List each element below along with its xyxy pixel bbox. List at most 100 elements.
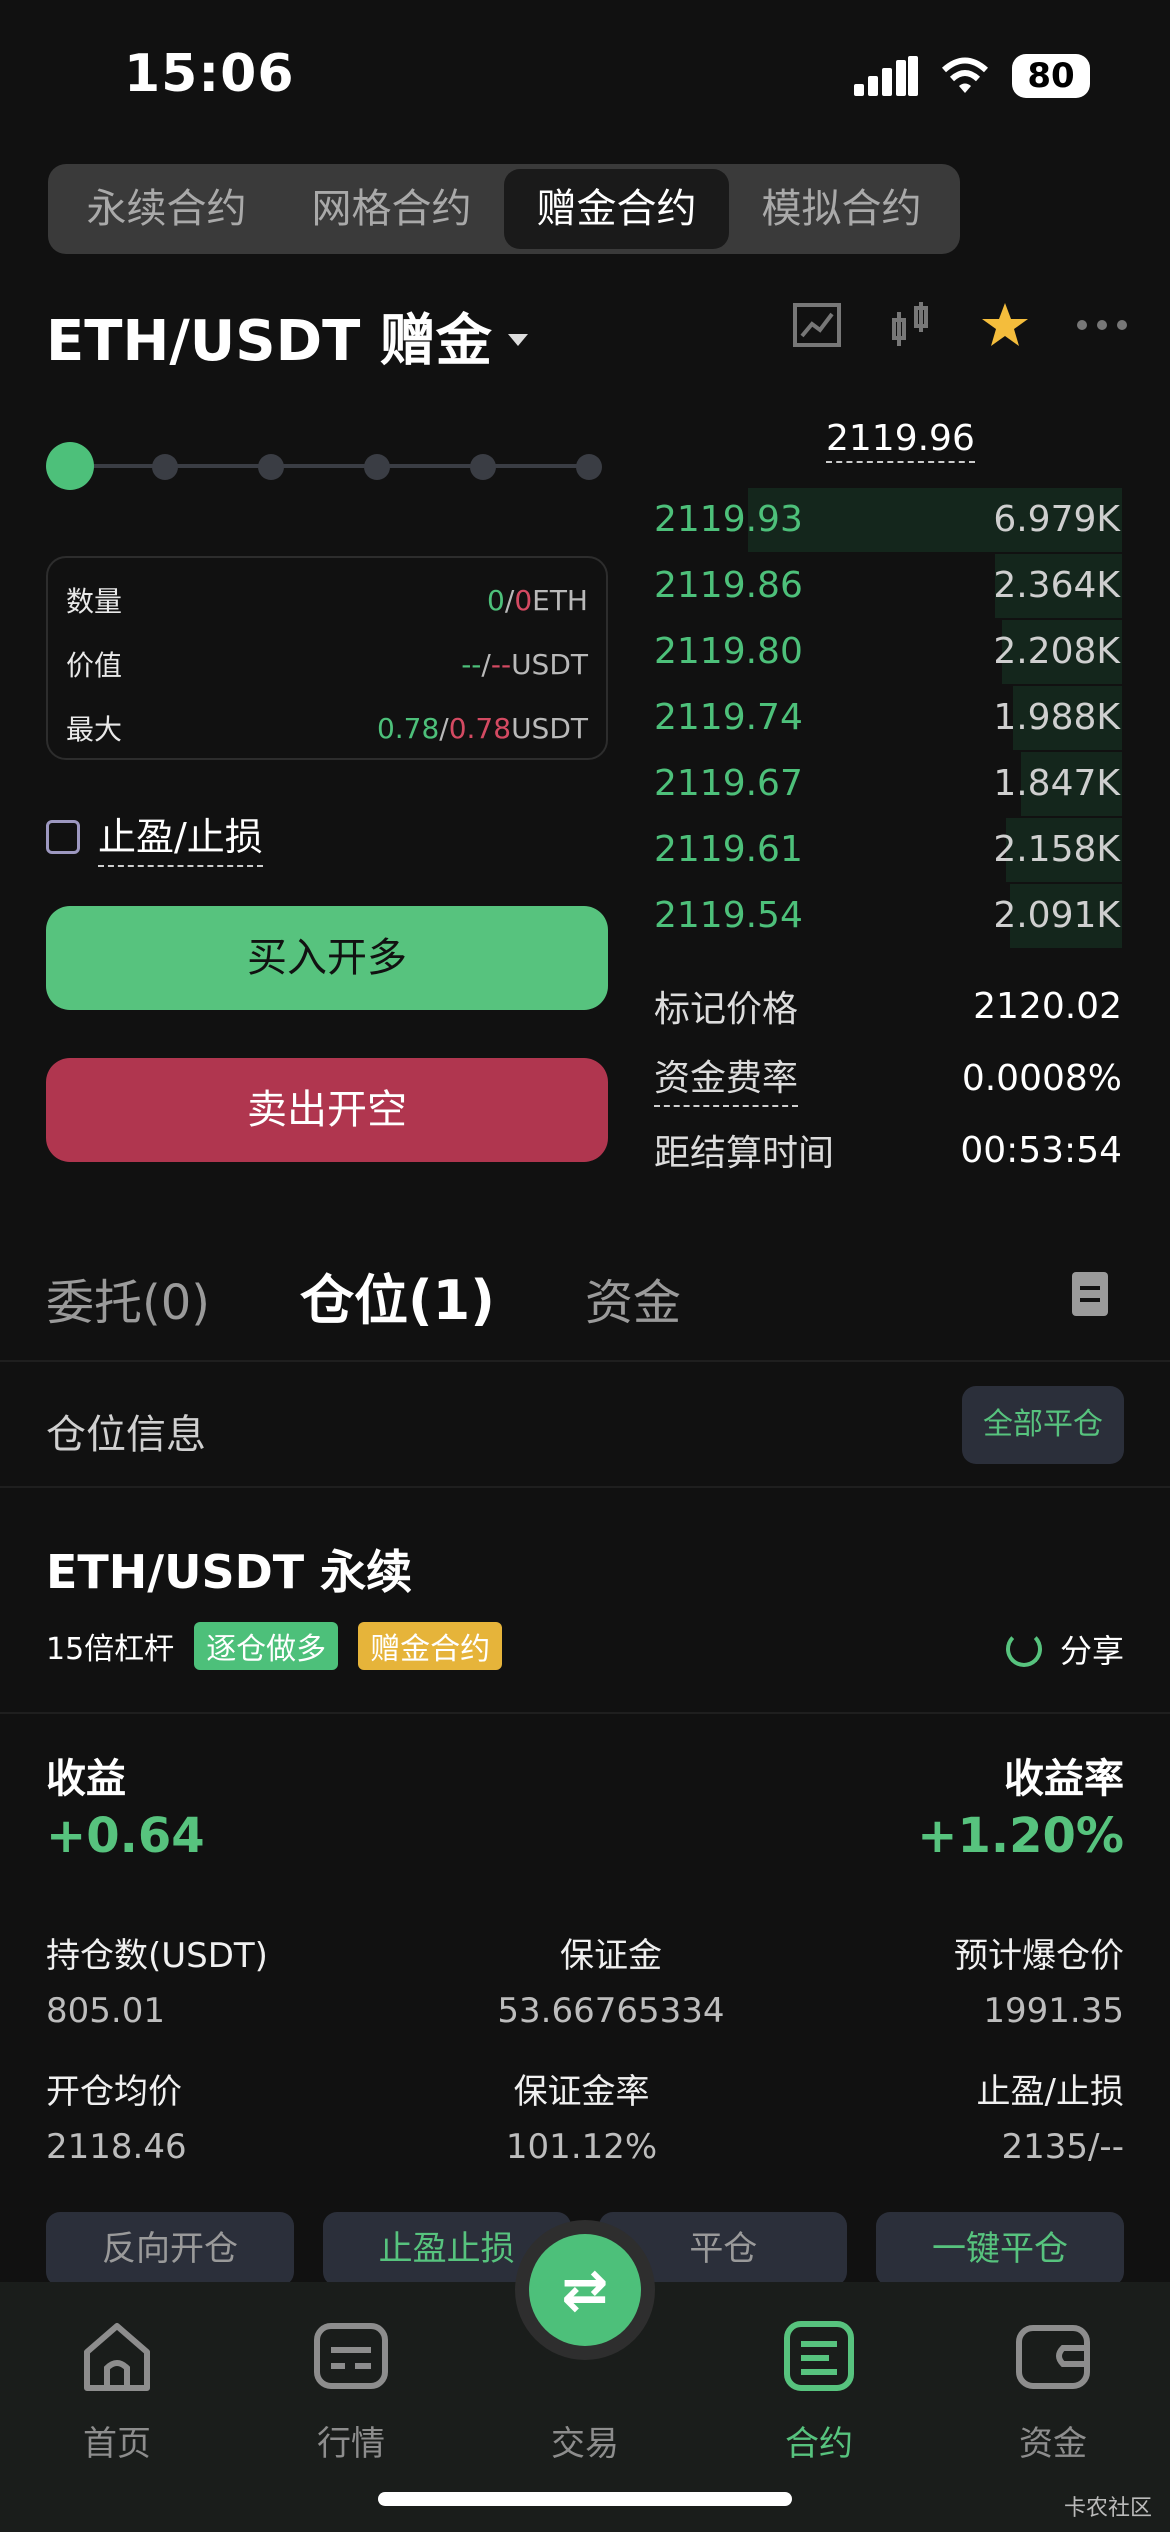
settlement-value: 00:53:54 <box>960 1129 1122 1171</box>
candlestick-icon[interactable] <box>886 300 936 350</box>
order-tabs: 委托(0) 仓位(1) 资金 <box>46 1256 681 1335</box>
mark-price-value: 2120.02 <box>973 985 1122 1027</box>
last-price[interactable]: 2119.96 <box>826 418 975 463</box>
tpsl-cell: 止盈/止损 2135/-- <box>977 2064 1124 2167</box>
buy-long-button[interactable]: 买入开多 <box>46 906 608 1010</box>
star-icon[interactable] <box>980 300 1030 350</box>
margin-ratio-label: 保证金率 <box>513 2072 650 2112</box>
margin-cell: 保证金 53.66765334 <box>497 1928 724 2031</box>
slider-step-20[interactable] <box>152 454 178 480</box>
tab-perpetual[interactable]: 永续合约 <box>54 169 279 249</box>
value-value: --/--USDT <box>461 647 588 681</box>
roe-label: 收益率 <box>1004 1756 1124 1802</box>
quick-close-button[interactable]: 一键平仓 <box>875 2212 1124 2286</box>
orderbook-row[interactable]: 2119.74 1.988K <box>654 684 1122 750</box>
nav-trade-label: 交易 <box>551 2424 619 2464</box>
nav-home-label: 首页 <box>83 2424 151 2464</box>
tab-positions[interactable]: 仓位(1) <box>300 1256 495 1335</box>
slider-step-80[interactable] <box>470 454 496 480</box>
divider <box>0 1360 1170 1362</box>
position-details-row-1: 持仓数(USDT) 805.01 保证金 53.66765334 预计爆仓价 1… <box>46 1928 1124 2031</box>
battery-indicator: 80 <box>1012 54 1090 98</box>
orderbook-row[interactable]: 2119.86 2.364K <box>654 552 1122 618</box>
share-icon <box>1005 1631 1042 1667</box>
wallet-icon <box>1016 2325 1090 2389</box>
contract-icon <box>784 2321 854 2391</box>
orderbook-price: 2119.54 <box>654 894 803 936</box>
margin-ratio-cell: 保证金率 101.12% <box>506 2064 657 2167</box>
mark-price-label: 标记价格 <box>654 989 799 1030</box>
swap-icon: ⇄ <box>529 2234 641 2346</box>
value-label: 价值 <box>66 649 123 682</box>
slider-step-100[interactable] <box>576 454 602 480</box>
divider <box>0 1486 1170 1488</box>
slider-step-40[interactable] <box>258 454 284 480</box>
funding-rate-label[interactable]: 资金费率 <box>654 1049 799 1107</box>
size-cell: 持仓数(USDT) 805.01 <box>46 1928 268 2031</box>
status-icons: 80 <box>854 54 1090 98</box>
tpsl-pos-value: 2135/-- <box>1001 2127 1124 2167</box>
orderbook-row[interactable]: 2119.61 2.158K <box>654 816 1122 882</box>
more-icon[interactable] <box>1074 300 1127 350</box>
orderbook-row[interactable]: 2119.67 1.847K <box>654 750 1122 816</box>
orderbook-price: 2119.86 <box>654 564 803 606</box>
tpsl-checkbox[interactable] <box>46 819 80 854</box>
orderbook-price: 2119.80 <box>654 630 803 672</box>
liq-label: 预计爆仓价 <box>954 1936 1124 1976</box>
sell-short-button[interactable]: 卖出开空 <box>46 1058 608 1162</box>
slider-knob[interactable] <box>46 442 94 490</box>
roe-value: +1.20% <box>917 1808 1124 1864</box>
liq-cell: 预计爆仓价 1991.35 <box>954 1928 1124 2031</box>
orderbook-row[interactable]: 2119.80 2.208K <box>654 618 1122 684</box>
mark-price-row: 标记价格 2120.02 <box>654 970 1122 1042</box>
orderbook-qty: 2.208K <box>993 630 1120 672</box>
tpsl-toggle[interactable]: 止盈/止损 <box>46 806 263 867</box>
order-info-box: 数量 0/0ETH 价值 --/--USDT 最大 0.78/0.78USDT <box>46 556 608 760</box>
tab-demo[interactable]: 模拟合约 <box>729 169 954 249</box>
tab-bonus[interactable]: 赠金合约 <box>504 169 729 249</box>
nav-home[interactable]: 首页 <box>42 2316 192 2532</box>
amount-slider[interactable] <box>46 442 610 490</box>
signal-icon <box>854 56 918 96</box>
margin-ratio-value: 101.12% <box>505 2127 658 2167</box>
share-button[interactable]: 分享 <box>1005 1626 1124 1672</box>
pair-selector[interactable]: ETH/USDT 赠金 <box>46 296 528 377</box>
slider-track <box>66 464 600 468</box>
quantity-value: 0/0ETH <box>487 583 588 617</box>
close-all-button[interactable]: 全部平仓 <box>962 1386 1124 1464</box>
nav-contract-label: 合约 <box>785 2424 853 2464</box>
trade-fab[interactable]: ⇄ <box>515 2220 655 2360</box>
tpsl-pos-label: 止盈/止损 <box>976 2072 1124 2112</box>
size-value: 805.01 <box>46 1991 165 2031</box>
slider-step-60[interactable] <box>364 454 390 480</box>
orderbook: 2119.93 6.979K 2119.86 2.364K 2119.80 2.208K 2… <box>654 486 1122 948</box>
orderbook-price: 2119.93 <box>654 498 803 540</box>
max-value: 0.78/0.78USDT <box>376 711 588 745</box>
margin-mode-badge: 逐仓做多 <box>194 1622 339 1670</box>
pair-title: ETH/USDT 赠金 <box>46 309 492 374</box>
tab-orders[interactable]: 委托(0) <box>46 1263 210 1333</box>
orderbook-price: 2119.67 <box>654 762 803 804</box>
tab-assets[interactable]: 资金 <box>585 1263 681 1333</box>
nav-market-label: 行情 <box>317 2424 385 2464</box>
wifi-icon <box>941 57 989 93</box>
position-details-row-2: 开仓均价 2118.46 保证金率 101.12% 止盈/止损 2135/-- <box>46 2064 1124 2167</box>
tpsl-label: 止盈/止损 <box>98 806 263 867</box>
entry-value: 2118.46 <box>46 2127 187 2167</box>
orderbook-qty: 1.988K <box>993 696 1120 738</box>
value-row: 价值 --/--USDT <box>66 632 588 696</box>
divider <box>0 1712 1170 1714</box>
line-chart-icon[interactable] <box>792 300 842 350</box>
orderbook-qty: 2.158K <box>993 828 1120 870</box>
entry-label: 开仓均价 <box>46 2072 182 2112</box>
status-time: 15:06 <box>124 44 295 104</box>
margin-value: 53.66765334 <box>497 1991 725 2031</box>
market-icon <box>314 2323 388 2389</box>
orderbook-row[interactable]: 2119.54 2.091K <box>654 882 1122 948</box>
tab-grid[interactable]: 网格合约 <box>279 169 504 249</box>
home-icon <box>84 2323 150 2391</box>
market-stats: 标记价格 2120.02 资金费率 0.0008% 距结算时间 00:53:54 <box>654 970 1122 1186</box>
orderbook-row[interactable]: 2119.93 6.979K <box>654 486 1122 552</box>
list-icon[interactable] <box>1072 1272 1108 1316</box>
reverse-button[interactable]: 反向开仓 <box>46 2212 294 2286</box>
